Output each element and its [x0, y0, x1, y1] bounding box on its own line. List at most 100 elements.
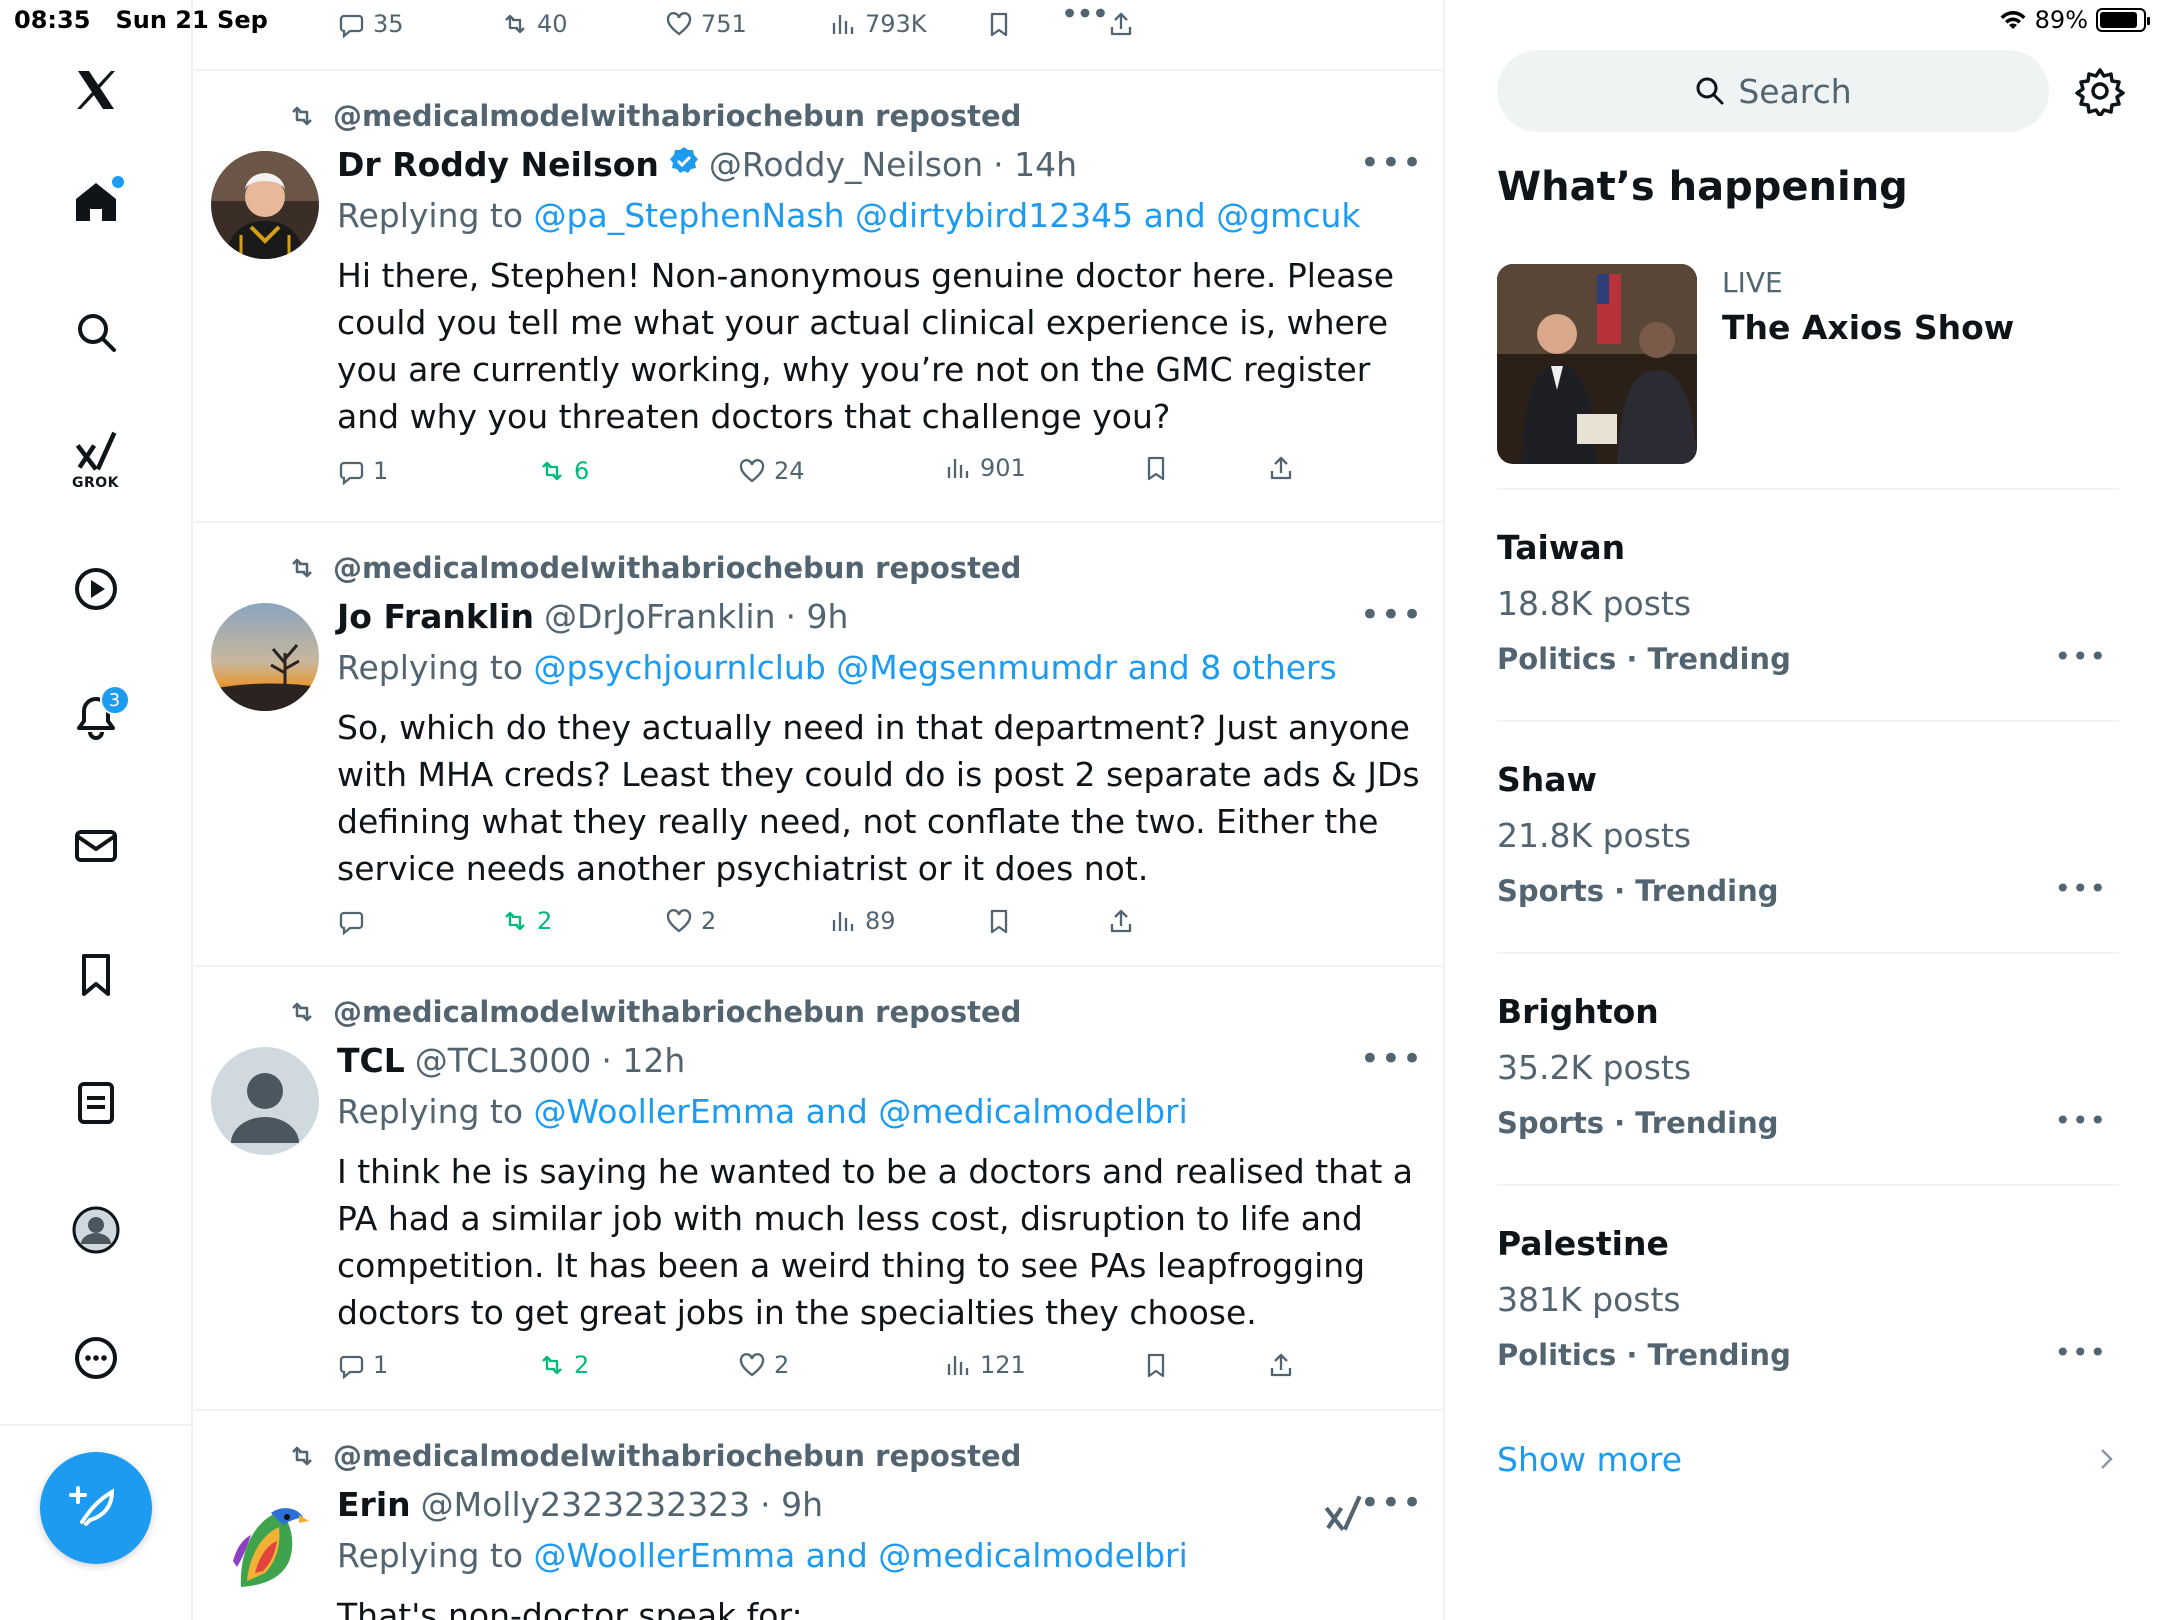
repost-button[interactable]: 2: [538, 1351, 589, 1379]
trend-post-count: 35.2K posts: [1497, 1048, 1692, 1087]
post-header: Erin @Molly2323232323 · 9h: [337, 1485, 823, 1524]
whats-happening-title: What’s happening: [1497, 164, 1908, 210]
reply-mentions[interactable]: @psychjournlclub @Megsenmumdr and 8 othe…: [534, 648, 1337, 687]
like-button[interactable]: 2: [665, 907, 716, 935]
author-name[interactable]: TCL: [337, 1041, 405, 1080]
divider: [1497, 488, 2119, 490]
author-name[interactable]: Dr Roddy Neilson: [337, 145, 659, 184]
x-logo-icon[interactable]: [56, 50, 136, 130]
views-icon: [947, 459, 969, 478]
settings-gear-icon[interactable]: [2075, 66, 2125, 116]
bookmark-button[interactable]: [985, 907, 1013, 935]
reply-mentions[interactable]: @WoollerEmma and @medicalmodelbri: [534, 1536, 1188, 1575]
post-time[interactable]: · 12h: [601, 1041, 685, 1080]
status-time: 08:35 Sun 21 Sep: [14, 6, 268, 34]
trend-post-count: 21.8K posts: [1497, 816, 1692, 855]
share-button[interactable]: [1267, 1351, 1295, 1379]
trend-item[interactable]: Palestine 381K posts Politics · Trending…: [1497, 1224, 2119, 1424]
author-name[interactable]: Erin: [337, 1485, 411, 1524]
repost-icon: [542, 1355, 562, 1375]
trend-category: Sports · Trending: [1497, 1106, 1779, 1140]
post[interactable]: @medicalmodelwithabriochebun reposted TC…: [193, 967, 1443, 1411]
reply-button[interactable]: 1: [337, 457, 388, 485]
views-button[interactable]: 121: [944, 1351, 1026, 1379]
post-more-icon[interactable]: •••: [1360, 1039, 1423, 1079]
post-text: Hi there, Stephen! Non-anonymous genuine…: [337, 256, 1394, 436]
live-title[interactable]: The Axios Show: [1722, 308, 2014, 347]
post-time[interactable]: · 9h: [786, 597, 849, 636]
post[interactable]: @medicalmodelwithabriochebun reposted Dr…: [193, 71, 1443, 523]
timeline-feed[interactable]: 35 40 751 793K @medicalmodelwithabrioche…: [193, 0, 1445, 1620]
lists-icon[interactable]: [56, 1063, 136, 1143]
replying-to: Replying to @WoollerEmma and @medicalmod…: [337, 1092, 1188, 1131]
replying-to: Replying to @WoollerEmma and @medicalmod…: [337, 1536, 1188, 1575]
bookmark-button[interactable]: [1142, 1351, 1170, 1379]
trend-more-icon[interactable]: •••: [2054, 1104, 2107, 1137]
profile-avatar-icon[interactable]: [56, 1190, 136, 1270]
trend-more-icon[interactable]: •••: [2054, 640, 2107, 673]
bookmark-icon: [1147, 1353, 1165, 1378]
compose-post-button[interactable]: [40, 1452, 152, 1564]
repost-button[interactable]: 6: [538, 457, 589, 485]
trend-item[interactable]: Shaw 21.8K posts Sports · Trending •••: [1497, 760, 2119, 960]
reply-button[interactable]: 1: [337, 1351, 388, 1379]
author-handle[interactable]: @TCL3000: [415, 1041, 592, 1080]
views-button[interactable]: 89: [829, 907, 896, 935]
like-button[interactable]: 24: [738, 457, 805, 485]
reply-mentions[interactable]: @pa_StephenNash @dirtybird12345 and @gmc…: [534, 196, 1361, 235]
repost-indicator: @medicalmodelwithabriochebun reposted: [285, 99, 1021, 133]
wifi-icon: [2000, 11, 2026, 29]
post-more-icon[interactable]: •••: [1360, 1483, 1423, 1523]
live-event-card[interactable]: LIVE The Axios Show: [1497, 264, 2119, 490]
post-text: That's non-doctor speak for:: [337, 1596, 803, 1620]
more-icon[interactable]: [56, 1318, 136, 1398]
share-icon: [1110, 909, 1132, 933]
default-avatar[interactable]: [211, 1047, 319, 1155]
author-handle[interactable]: @DrJoFranklin: [544, 597, 776, 636]
trend-more-icon[interactable]: •••: [2054, 1336, 2107, 1369]
bookmark-icon: [990, 909, 1008, 934]
post-time[interactable]: · 9h: [760, 1485, 823, 1524]
grok-icon[interactable]: GROK: [56, 420, 136, 500]
trend-category: Sports · Trending: [1497, 874, 1779, 908]
reply-mentions[interactable]: @WoollerEmma and @medicalmodelbri: [534, 1092, 1188, 1131]
search-icon[interactable]: [56, 292, 136, 372]
avatar[interactable]: [211, 603, 319, 711]
verified-badge-icon: [669, 147, 698, 173]
reply-icon: [339, 461, 364, 485]
post-header: TCL @TCL3000 · 12h: [337, 1041, 685, 1080]
post-header: Jo Franklin @DrJoFranklin · 9h: [337, 597, 848, 636]
trend-item[interactable]: Taiwan 18.8K posts Politics · Trending •…: [1497, 528, 2119, 728]
views-button[interactable]: 901: [944, 454, 1026, 482]
author-handle[interactable]: @Roddy_Neilson: [709, 145, 983, 184]
trend-more-icon[interactable]: •••: [2054, 872, 2107, 905]
trend-item[interactable]: Brighton 35.2K posts Sports · Trending •…: [1497, 992, 2119, 1192]
author-name[interactable]: Jo Franklin: [337, 597, 534, 636]
search-input[interactable]: Search: [1497, 50, 2049, 132]
author-handle[interactable]: @Molly2323232323: [421, 1485, 750, 1524]
post-more-icon[interactable]: •••: [1360, 143, 1423, 183]
grok-explain-icon[interactable]: [1323, 1493, 1363, 1533]
messages-icon[interactable]: [56, 806, 136, 886]
avatar[interactable]: [211, 1491, 319, 1599]
bookmarks-icon[interactable]: [56, 935, 136, 1015]
share-button[interactable]: [1267, 454, 1295, 482]
share-button[interactable]: [1107, 907, 1135, 935]
reply-button[interactable]: [337, 907, 373, 935]
show-more-link[interactable]: Show more: [1497, 1440, 1682, 1479]
notifications-icon[interactable]: 3: [56, 677, 136, 757]
post-header: Dr Roddy Neilson @Roddy_Neilson · 14h: [337, 145, 1077, 184]
post-time[interactable]: · 14h: [993, 145, 1077, 184]
repost-button[interactable]: 2: [501, 907, 552, 935]
bookmark-button[interactable]: [1142, 454, 1170, 482]
divider: [1497, 952, 2119, 954]
home-unread-dot: [111, 176, 124, 188]
trend-post-count: 18.8K posts: [1497, 584, 1692, 623]
post-more-icon[interactable]: •••: [1360, 595, 1423, 635]
post[interactable]: @medicalmodelwithabriochebun reposted Jo…: [193, 523, 1443, 967]
home-icon[interactable]: [56, 162, 136, 242]
like-button[interactable]: 2: [738, 1351, 789, 1379]
videos-icon[interactable]: [56, 549, 136, 629]
avatar[interactable]: [211, 151, 319, 259]
post[interactable]: @medicalmodelwithabriochebun reposted Er…: [193, 1411, 1443, 1620]
